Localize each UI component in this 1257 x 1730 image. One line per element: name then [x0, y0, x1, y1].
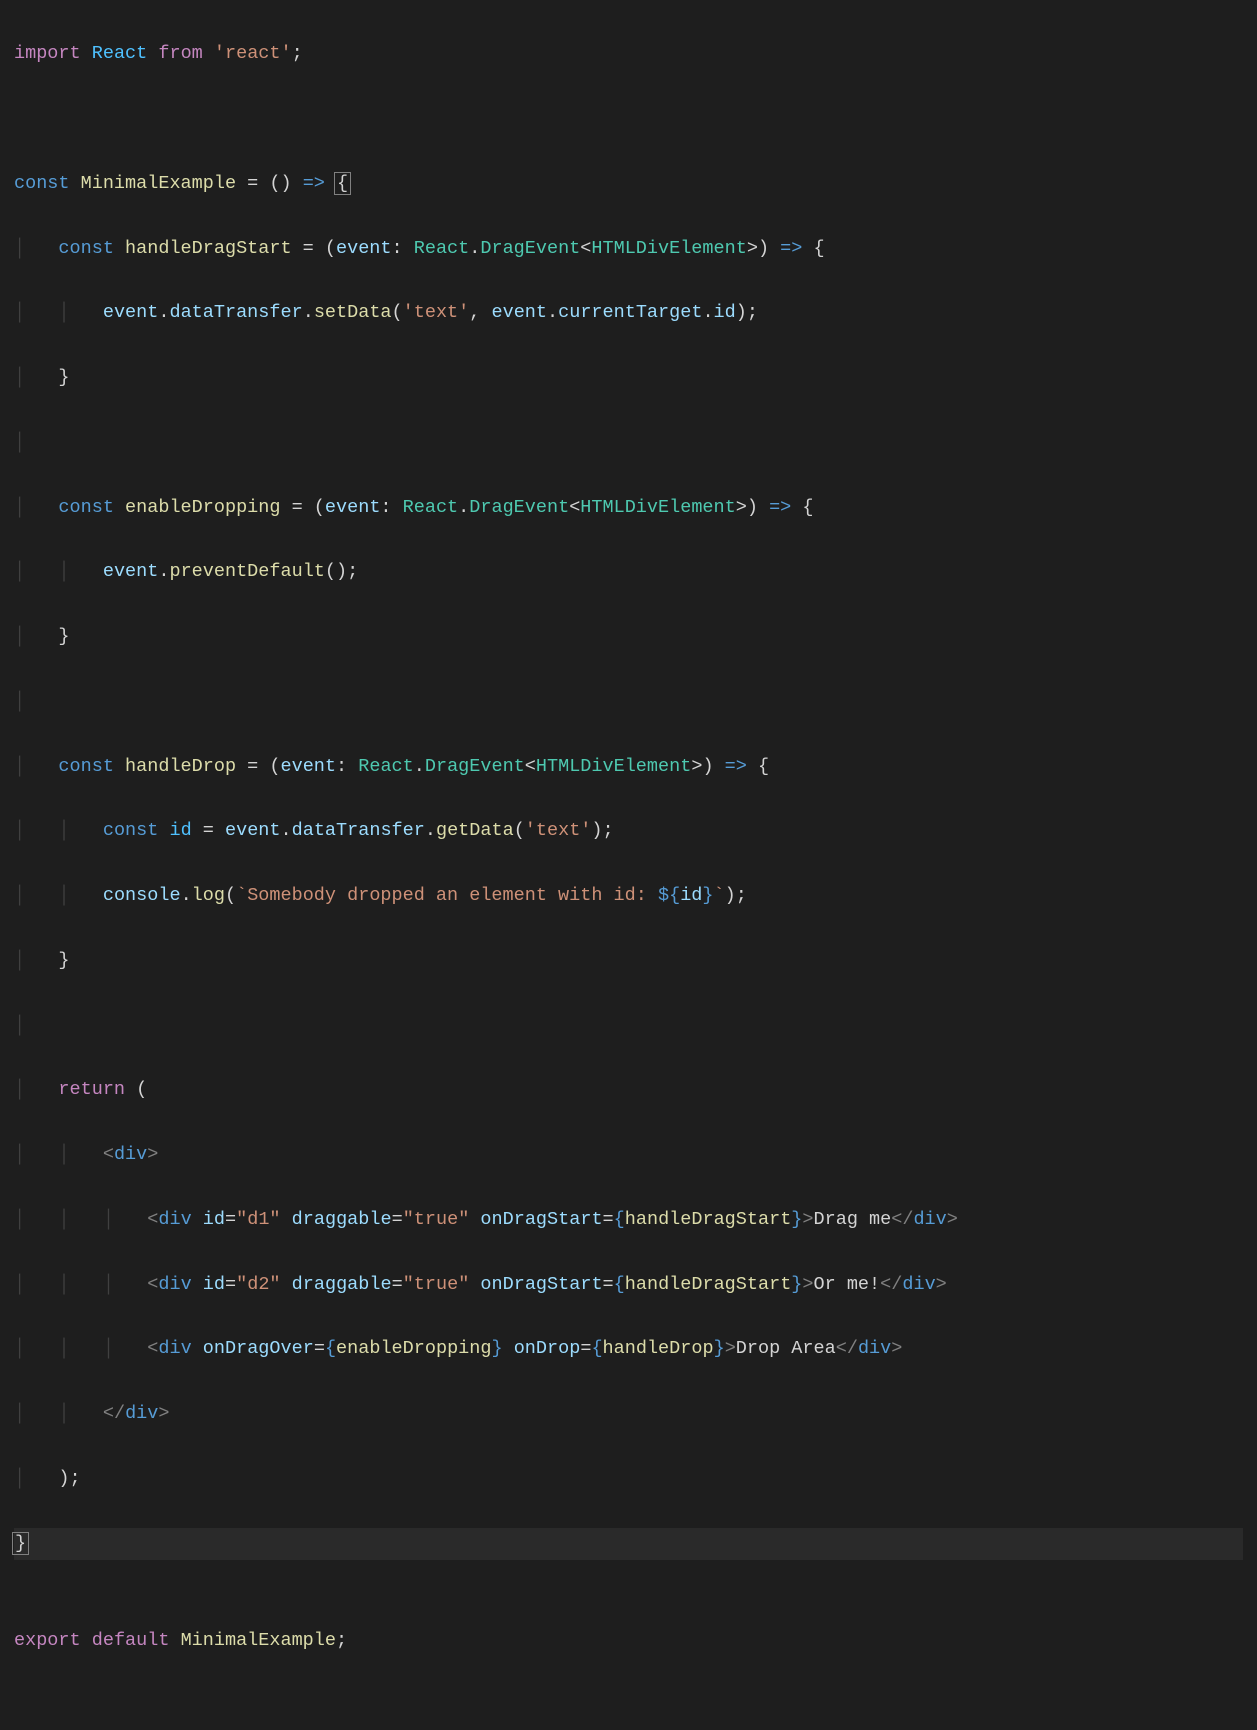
code-line: │ const handleDragStart = (event: React.…: [14, 233, 1243, 265]
code-line: │ }: [14, 945, 1243, 977]
code-line: [14, 103, 1243, 135]
code-line: │: [14, 686, 1243, 718]
code-line: │ │ │ <div id="d2" draggable="true" onDr…: [14, 1269, 1243, 1301]
code-line-active: }: [14, 1528, 1243, 1560]
code-line: │ }: [14, 621, 1243, 653]
matching-brace-icon: }: [12, 1532, 29, 1555]
code-line: │: [14, 427, 1243, 459]
code-line: │ │ │ <div onDragOver={enableDropping} o…: [14, 1333, 1243, 1365]
code-line: │ │ const id = event.dataTransfer.getDat…: [14, 815, 1243, 847]
code-line: import React from 'react';: [14, 38, 1243, 70]
code-line: │ return (: [14, 1074, 1243, 1106]
code-line: export default MinimalExample;: [14, 1625, 1243, 1657]
code-line: │ const handleDrop = (event: React.DragE…: [14, 751, 1243, 783]
code-line: │ │ event.dataTransfer.setData('text', e…: [14, 297, 1243, 329]
code-line: │ │ event.preventDefault();: [14, 556, 1243, 588]
code-line: │: [14, 1010, 1243, 1042]
code-line: │ │ </div>: [14, 1398, 1243, 1430]
code-line: │ │ │ <div id="d1" draggable="true" onDr…: [14, 1204, 1243, 1236]
code-line: │ );: [14, 1463, 1243, 1495]
code-line: │ const enableDropping = (event: React.D…: [14, 492, 1243, 524]
code-line: │ }: [14, 362, 1243, 394]
code-editor[interactable]: import React from 'react'; const Minimal…: [0, 0, 1257, 1730]
code-line: │ │ <div>: [14, 1139, 1243, 1171]
code-line: const MinimalExample = () => {: [14, 168, 1243, 200]
code-line: [14, 1560, 1243, 1592]
matching-brace-icon: {: [334, 172, 351, 195]
code-line: │ │ console.log(`Somebody dropped an ele…: [14, 880, 1243, 912]
